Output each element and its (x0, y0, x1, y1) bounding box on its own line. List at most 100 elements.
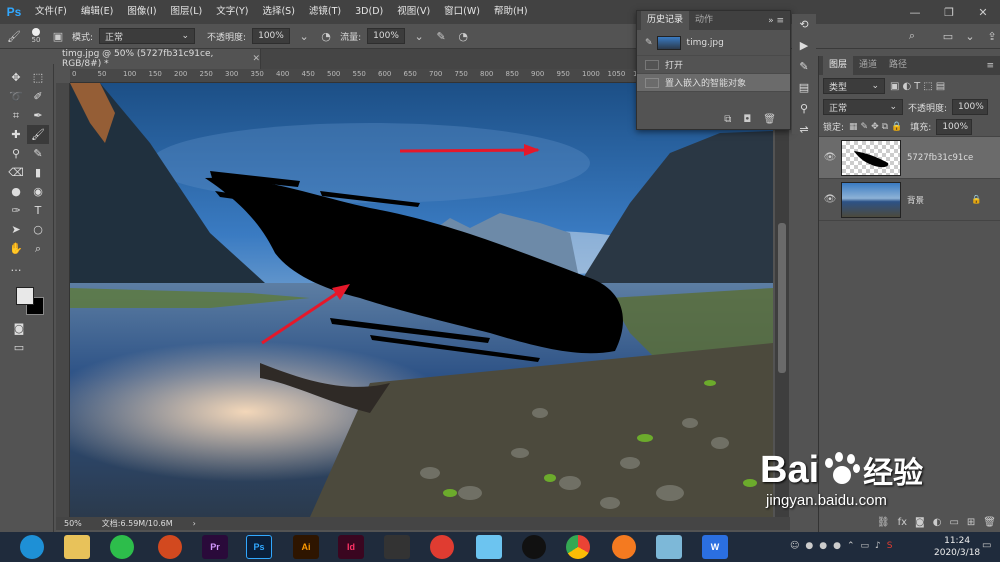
clock[interactable]: 11:24 2020/3/18 (934, 535, 980, 559)
layer-row[interactable]: 👁 5727fb31c91ce (819, 137, 1000, 179)
ellipse-tool-icon[interactable]: ○ (27, 220, 49, 239)
mode-select[interactable]: 正常 ⌄ (99, 28, 196, 44)
search-icon[interactable]: ⌕ (904, 28, 920, 44)
workspace-icon[interactable]: ▭ (940, 28, 956, 44)
clone-stamp-tool-icon[interactable]: ⚲ (5, 144, 27, 163)
video-editor-icon[interactable] (384, 535, 410, 559)
close-tab-icon[interactable]: ✕ (252, 54, 260, 64)
tab-layers[interactable]: 图层 (823, 56, 854, 75)
fill-input[interactable]: 100% (936, 118, 973, 135)
history-brush-source-icon[interactable]: ✎ (645, 38, 653, 48)
visibility-eye-icon[interactable]: 👁 (819, 194, 841, 205)
document-canvas[interactable] (70, 83, 773, 517)
pen-tool-icon[interactable]: ✑ (5, 201, 27, 220)
layer-opacity-input[interactable]: 100% (952, 99, 989, 115)
eyedropper-tool-icon[interactable]: ✒ (27, 106, 49, 125)
history-step[interactable]: 打开 (637, 56, 790, 74)
maximize-icon[interactable]: ❐ (932, 0, 966, 24)
clone-source-icon[interactable]: ⚲ (800, 102, 808, 115)
file-explorer-icon[interactable] (64, 535, 90, 559)
menu-item[interactable]: 图像(I) (120, 0, 163, 24)
app-icon[interactable] (656, 535, 682, 559)
tab-channels[interactable]: 通道 (853, 56, 883, 75)
brush-panel-icon[interactable]: ▣ (50, 28, 66, 44)
app-icon[interactable] (612, 535, 636, 559)
wechat-icon[interactable] (110, 535, 134, 559)
qq-icon[interactable] (522, 535, 546, 559)
chevron-down-icon[interactable]: ⌄ (962, 28, 978, 44)
close-icon[interactable]: ✕ (966, 0, 1000, 24)
swatches-icon[interactable]: ▤ (799, 81, 809, 94)
scroll-thumb[interactable] (778, 223, 786, 373)
move-tool-icon[interactable]: ✥ (5, 68, 27, 87)
input-method-icon[interactable]: S (887, 541, 893, 551)
people-icon[interactable]: ☺ (790, 541, 799, 551)
tab-history[interactable]: 历史记录 (641, 11, 690, 30)
history-brush-tool-icon[interactable]: ✎ (27, 144, 49, 163)
app-icon[interactable] (476, 535, 502, 559)
status-menu-icon[interactable]: › (193, 519, 196, 528)
layer-row[interactable]: 👁 背景 🔒 (819, 179, 1000, 221)
quick-select-tool-icon[interactable]: ✐ (27, 87, 49, 106)
app-tray-icon[interactable]: ● (833, 541, 841, 551)
pressure-opacity-icon[interactable]: ◔ (318, 28, 334, 44)
minimize-icon[interactable]: — (898, 0, 932, 24)
zoom-level[interactable]: 50% (64, 519, 82, 528)
menu-item[interactable]: 图层(L) (164, 0, 210, 24)
filter-icons[interactable]: ▣◐T⬚▤ (890, 81, 948, 92)
blend-mode-select[interactable]: 正常 ⌄ (823, 99, 903, 115)
brush-tool-icon[interactable]: 🖌 (27, 125, 49, 144)
pressure-size-icon[interactable]: ◔ (455, 28, 471, 44)
chevron-down-icon[interactable]: ⌄ (296, 28, 312, 44)
airbrush-icon[interactable]: ✎ (433, 28, 449, 44)
menu-item[interactable]: 滤镜(T) (302, 0, 348, 24)
lasso-tool-icon[interactable]: ➰ (5, 87, 27, 106)
brush-tool-icon[interactable]: 🖌 (6, 28, 22, 44)
chevron-down-icon[interactable]: ⌄ (411, 28, 427, 44)
screen-mode-icon[interactable]: ▭ (8, 338, 30, 357)
menu-item[interactable]: 窗口(W) (437, 0, 487, 24)
app-tray-icon[interactable]: ● (805, 541, 813, 551)
menu-item[interactable]: 3D(D) (348, 0, 390, 24)
document-tab[interactable]: timg.jpg @ 50% (5727fb31c91ce, RGB/8#) *… (56, 49, 261, 69)
brush-size-preset[interactable]: 50 (28, 28, 44, 44)
menu-item[interactable]: 文件(F) (28, 0, 74, 24)
powerpoint-icon[interactable] (158, 535, 182, 559)
crop-tool-icon[interactable]: ⌗ (5, 106, 27, 125)
menu-item[interactable]: 视图(V) (390, 0, 437, 24)
history-snapshot[interactable]: ✎ timg.jpg (637, 30, 790, 56)
trash-icon[interactable]: 🗑 (763, 114, 776, 125)
brush-settings-icon[interactable]: ✎ (799, 60, 808, 73)
foreground-color[interactable] (16, 287, 34, 305)
wps-icon[interactable]: W (702, 535, 728, 559)
chevron-up-icon[interactable]: ⌃ (847, 541, 855, 551)
panel-menu-icon[interactable]: » ≡ (768, 16, 790, 26)
layer-filter-select[interactable]: 类型 ⌄ (823, 78, 885, 94)
volume-icon[interactable]: ♪ (875, 541, 881, 551)
panel-menu-icon[interactable]: ≡ (986, 61, 1000, 71)
path-select-tool-icon[interactable]: ➤ (5, 220, 27, 239)
new-document-from-state-icon[interactable]: ⧉ (724, 114, 731, 125)
dodge-tool-icon[interactable]: ◉ (27, 182, 49, 201)
app-icon[interactable] (430, 535, 454, 559)
premiere-icon[interactable]: Pr (202, 535, 228, 559)
notification-icon[interactable]: ▭ (982, 540, 991, 551)
adjustments-icon[interactable]: ⇌ (799, 123, 808, 136)
illustrator-icon[interactable]: Ai (293, 535, 319, 559)
history-step[interactable]: 置入嵌入的智能对象 (637, 74, 790, 92)
actions-panel-icon[interactable]: ▶ (800, 39, 808, 52)
hand-tool-icon[interactable]: ✋ (5, 239, 27, 258)
app-tray-icon[interactable]: ● (819, 541, 827, 551)
tab-paths[interactable]: 路径 (883, 56, 913, 75)
marquee-tool-icon[interactable]: ⬚ (27, 68, 49, 87)
menu-item[interactable]: 编辑(E) (74, 0, 120, 24)
browser-icon[interactable] (20, 535, 44, 559)
share-icon[interactable]: ⇪ (984, 28, 1000, 44)
chrome-icon[interactable] (566, 535, 590, 559)
blur-tool-icon[interactable]: ● (5, 182, 27, 201)
opacity-input[interactable]: 100% (252, 28, 291, 44)
menu-item[interactable]: 帮助(H) (487, 0, 535, 24)
eraser-tool-icon[interactable]: ⌫ (5, 163, 27, 182)
camera-icon[interactable]: ◘ (743, 114, 751, 125)
more-tools-icon[interactable]: … (5, 258, 27, 277)
